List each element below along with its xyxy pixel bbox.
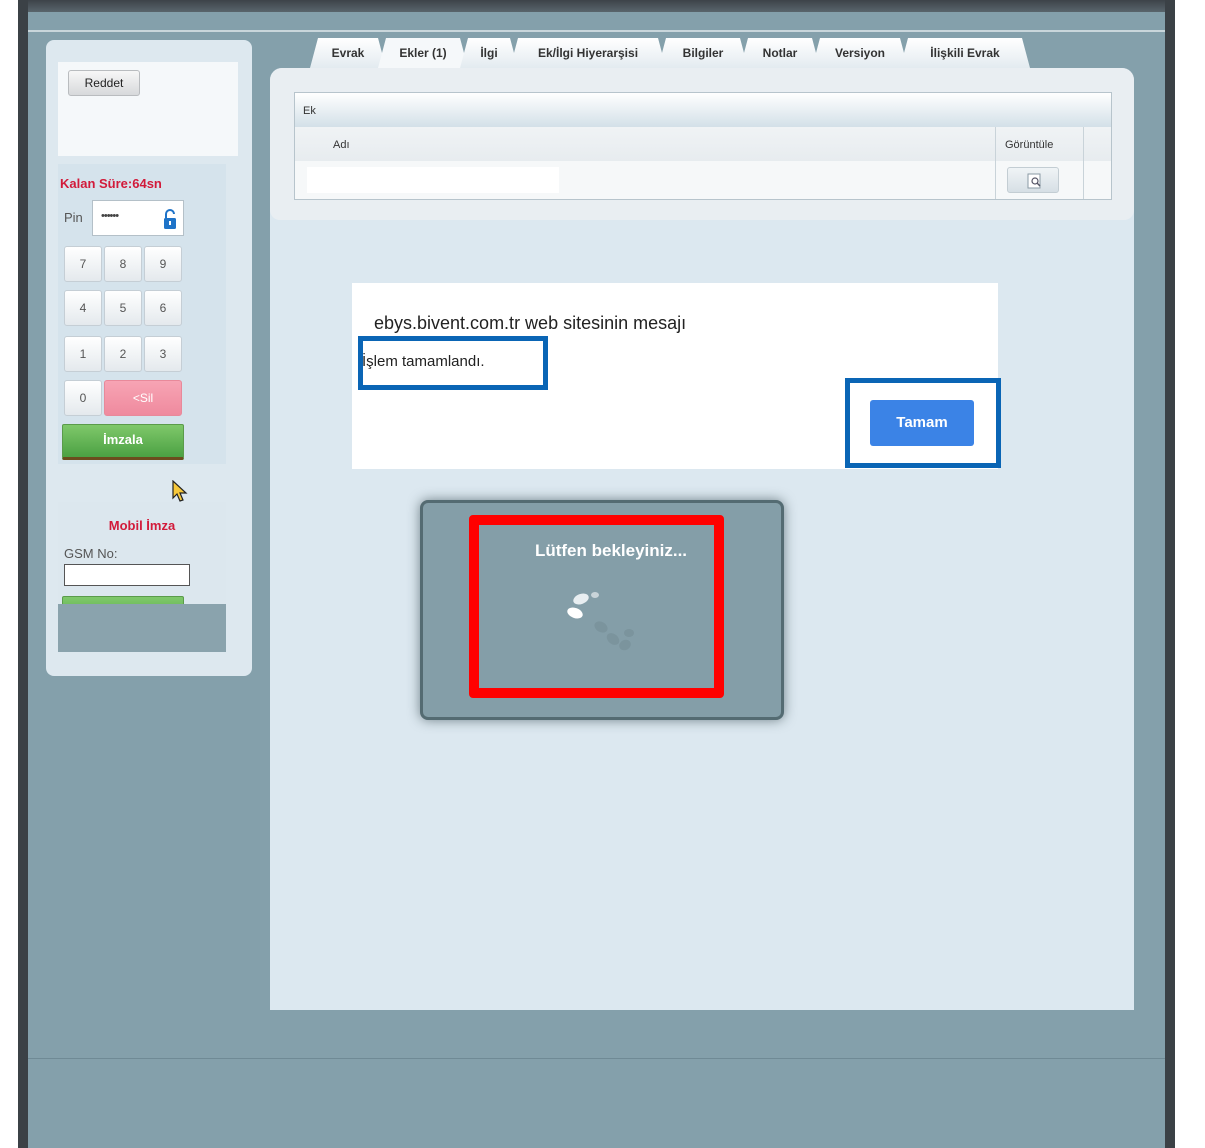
pin-label: Pin bbox=[64, 210, 83, 225]
keypad-delete-button[interactable]: <Sil bbox=[104, 380, 182, 416]
reject-button[interactable]: Reddet bbox=[68, 70, 140, 96]
gsm-label: GSM No: bbox=[64, 546, 118, 561]
tab-notlar[interactable]: Notlar bbox=[740, 38, 820, 68]
keypad-key-6[interactable]: 6 bbox=[144, 290, 182, 326]
signing-panel: Reddet Kalan Süre:64sn Pin •••••• 7 8 9 … bbox=[46, 40, 252, 676]
column-view: Görüntüle bbox=[1005, 139, 1054, 151]
gsm-input[interactable] bbox=[64, 564, 190, 586]
keypad-key-1[interactable]: 1 bbox=[64, 336, 102, 372]
dialog-title: ebys.bivent.com.tr web sitesinin mesajı bbox=[374, 313, 687, 333]
keypad-key-7[interactable]: 7 bbox=[64, 246, 102, 282]
tab-ek-ilgi-hiyerarsisi[interactable]: Ek/İlgi Hiyerarşisi bbox=[510, 38, 666, 68]
column-divider bbox=[1083, 127, 1084, 199]
tab-ilgi[interactable]: İlgi bbox=[460, 38, 518, 68]
reject-area: Reddet bbox=[58, 62, 238, 156]
pin-masked-value: •••••• bbox=[101, 210, 119, 222]
bottom-divider bbox=[28, 1058, 1165, 1059]
keypad-key-3[interactable]: 3 bbox=[144, 336, 182, 372]
tab-iliskili-evrak[interactable]: İlişkili Evrak bbox=[900, 38, 1030, 68]
keypad-key-4[interactable]: 4 bbox=[64, 290, 102, 326]
attachment-name-cell[interactable] bbox=[307, 167, 559, 193]
view-attachment-button[interactable] bbox=[1007, 167, 1059, 193]
highlight-message-box bbox=[358, 336, 548, 390]
tab-bilgiler[interactable]: Bilgiler bbox=[658, 38, 748, 68]
pin-input[interactable]: •••••• bbox=[92, 200, 184, 236]
keypad-key-0[interactable]: 0 bbox=[64, 380, 102, 416]
tab-evrak[interactable]: Evrak bbox=[310, 38, 386, 68]
attachments-section: Ek Adı Görüntüle bbox=[270, 68, 1134, 220]
table-header-row: Adı Görüntüle bbox=[295, 127, 1111, 161]
column-name: Adı bbox=[333, 139, 350, 151]
attachments-title: Ek bbox=[295, 93, 1111, 127]
mouse-cursor-icon bbox=[172, 480, 188, 502]
pin-sign-area: Kalan Süre:64sn Pin •••••• 7 8 9 4 5 6 1… bbox=[58, 164, 226, 464]
column-divider bbox=[995, 127, 996, 199]
top-divider bbox=[28, 30, 1165, 32]
highlight-loading-box bbox=[469, 515, 724, 698]
lock-icon bbox=[164, 209, 176, 229]
keypad-key-8[interactable]: 8 bbox=[104, 246, 142, 282]
attachments-table: Ek Adı Görüntüle bbox=[294, 92, 1112, 200]
magnifier-icon bbox=[1027, 173, 1041, 189]
tab-ekler[interactable]: Ekler (1) bbox=[378, 38, 468, 68]
sign-button[interactable]: İmzala bbox=[62, 424, 184, 460]
window-top-bar bbox=[28, 0, 1165, 12]
panel-footer bbox=[58, 604, 226, 652]
keypad-key-2[interactable]: 2 bbox=[104, 336, 142, 372]
highlight-ok-button-box bbox=[845, 378, 1001, 468]
remaining-time: Kalan Süre:64sn bbox=[60, 176, 162, 191]
tab-versiyon[interactable]: Versiyon bbox=[812, 38, 908, 68]
mobile-sign-title: Mobil İmza bbox=[108, 518, 176, 533]
keypad-key-5[interactable]: 5 bbox=[104, 290, 142, 326]
keypad-key-9[interactable]: 9 bbox=[144, 246, 182, 282]
